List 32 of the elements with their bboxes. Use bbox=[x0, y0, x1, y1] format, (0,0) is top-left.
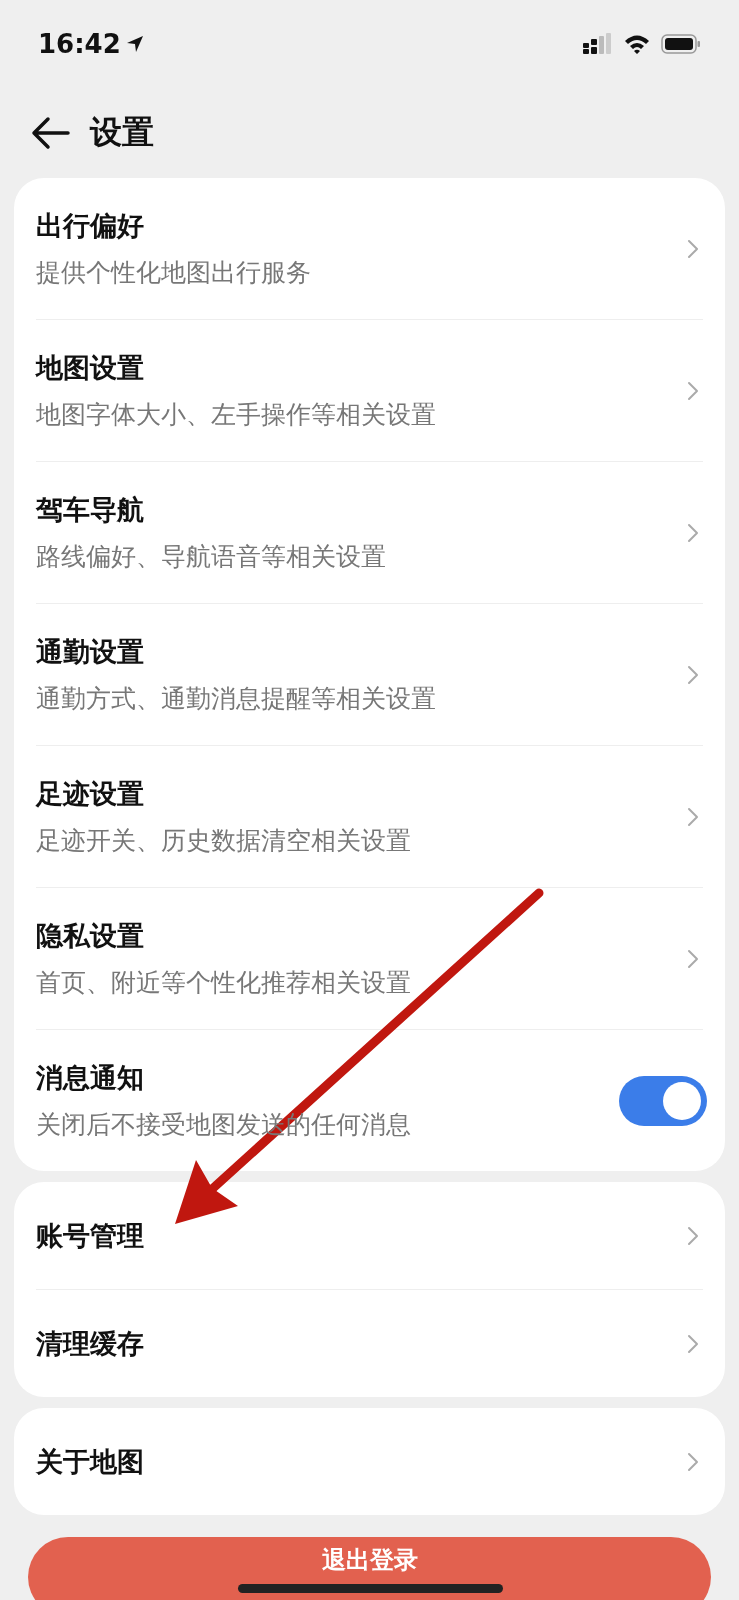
chevron-icon[interactable] bbox=[687, 522, 699, 543]
setting-description: 通勤方式、通勤消息提醒等相关设置 bbox=[36, 683, 436, 715]
setting-title[interactable]: 清理缓存 bbox=[36, 1325, 144, 1362]
setting-title[interactable]: 出行偏好 bbox=[36, 208, 311, 244]
setting-description: 路线偏好、导航语音等相关设置 bbox=[36, 541, 386, 573]
setting-title[interactable]: 消息通知 bbox=[36, 1060, 411, 1096]
battery-icon bbox=[661, 33, 701, 55]
setting-description: 地图字体大小、左手操作等相关设置 bbox=[36, 399, 436, 431]
setting-title[interactable]: 地图设置 bbox=[36, 350, 436, 386]
signal-icon bbox=[583, 33, 613, 55]
back-arrow-icon[interactable] bbox=[30, 116, 70, 150]
page-title: 设置 bbox=[90, 112, 154, 153]
wifi-icon bbox=[623, 33, 651, 55]
setting-description: 足迹开关、历史数据清空相关设置 bbox=[36, 825, 411, 857]
setting-title[interactable]: 关于地图 bbox=[36, 1443, 144, 1480]
chevron-icon[interactable] bbox=[687, 1451, 699, 1472]
chevron-icon[interactable] bbox=[687, 380, 699, 401]
setting-title[interactable]: 通勤设置 bbox=[36, 634, 436, 670]
setting-title[interactable]: 足迹设置 bbox=[36, 776, 411, 812]
setting-title[interactable]: 账号管理 bbox=[36, 1217, 144, 1254]
status-time: 16:42 bbox=[38, 29, 121, 59]
setting-title[interactable]: 驾车导航 bbox=[36, 492, 386, 528]
setting-description: 提供个性化地图出行服务 bbox=[36, 257, 311, 289]
chevron-icon[interactable] bbox=[687, 948, 699, 969]
setting-description: 首页、附近等个性化推荐相关设置 bbox=[36, 967, 411, 999]
chevron-icon[interactable] bbox=[687, 806, 699, 827]
chevron-icon[interactable] bbox=[687, 664, 699, 685]
chevron-icon[interactable] bbox=[687, 1225, 699, 1246]
chevron-icon[interactable] bbox=[687, 1333, 699, 1354]
toggle-switch[interactable] bbox=[619, 1075, 707, 1126]
setting-title[interactable]: 隐私设置 bbox=[36, 918, 411, 954]
chevron-icon[interactable] bbox=[687, 238, 699, 259]
